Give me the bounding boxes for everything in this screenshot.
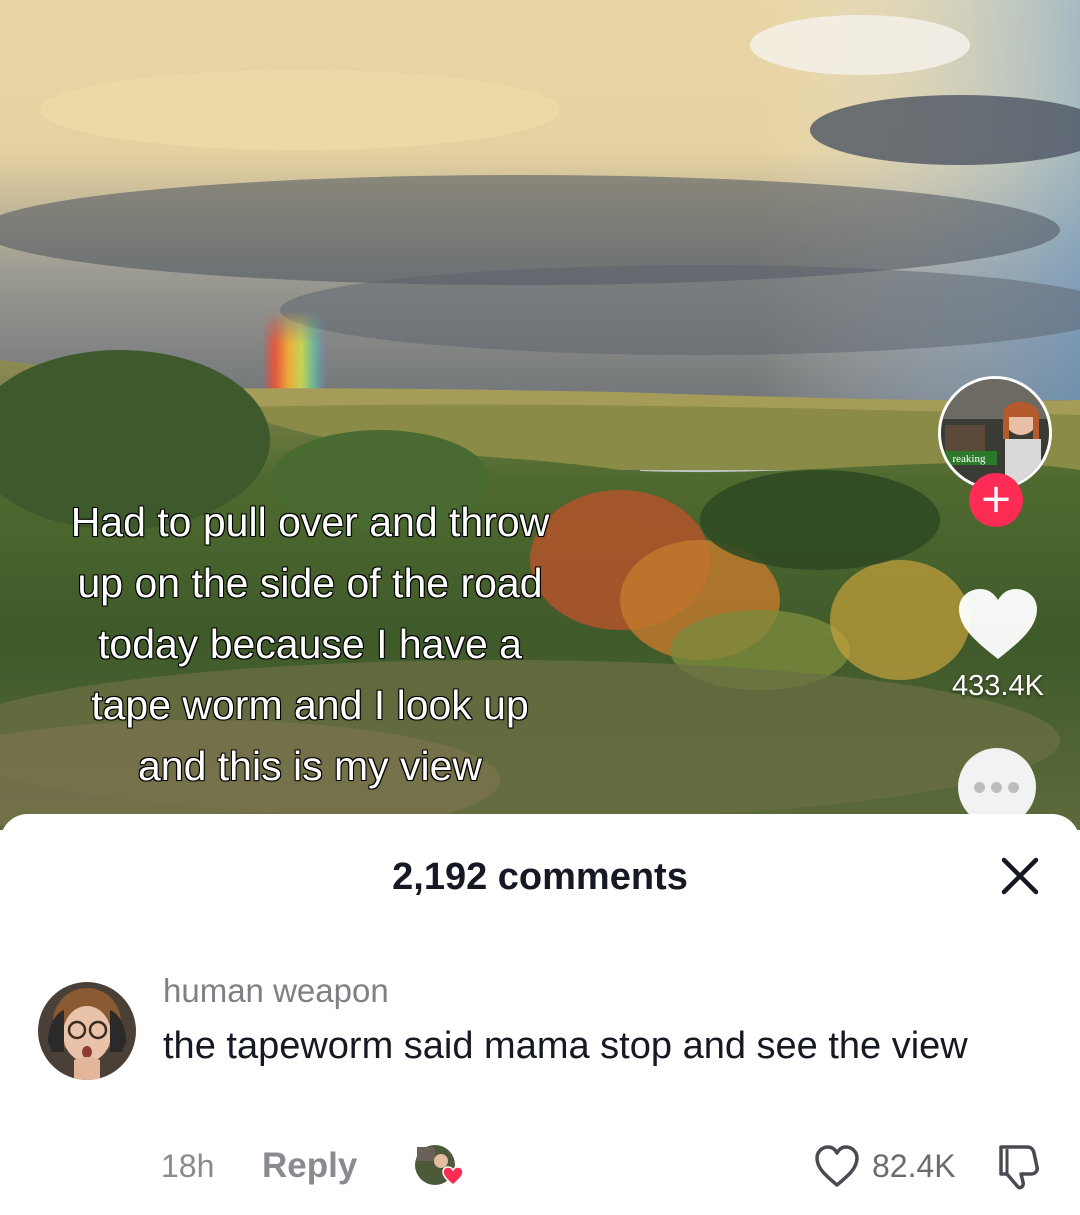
caption-line: today because I have a <box>97 620 522 667</box>
comment-username[interactable]: human weapon <box>163 972 389 1010</box>
heart-icon <box>442 1166 463 1186</box>
video-caption: Had to pull over and throw up on the sid… <box>0 492 620 797</box>
caption-line: up on the side of the road <box>77 559 543 606</box>
thumbs-down-icon[interactable] <box>993 1141 1045 1191</box>
video-like-count: 433.4K <box>952 670 1044 702</box>
comment-text: the tapeworm said mama stop and see the … <box>163 1025 968 1067</box>
reply-button[interactable]: Reply <box>262 1146 357 1186</box>
avatar-sign-text: reaking <box>953 453 986 465</box>
creator-liked-badge <box>415 1145 463 1186</box>
caption-line: Had to pull over and throw <box>70 498 550 545</box>
caption-line: and this is my view <box>137 742 483 789</box>
close-icon[interactable] <box>996 852 1044 900</box>
caption-line: tape worm and I look up <box>91 681 530 728</box>
heart-icon[interactable] <box>955 585 1041 663</box>
heart-outline-icon[interactable] <box>813 1143 861 1189</box>
commenter-avatar-image <box>38 982 136 1080</box>
comment-like-count: 82.4K <box>872 1148 956 1184</box>
follow-button[interactable]: + <box>969 473 1023 527</box>
video-player[interactable]: Had to pull over and throw up on the sid… <box>0 0 1080 830</box>
creator-avatar-image: reaking <box>941 379 1049 487</box>
comments-count-title: 2,192 comments <box>392 856 688 898</box>
plus-icon: + <box>979 476 1013 522</box>
comment-timestamp: 18h <box>161 1148 215 1184</box>
commenter-avatar[interactable] <box>38 982 136 1080</box>
